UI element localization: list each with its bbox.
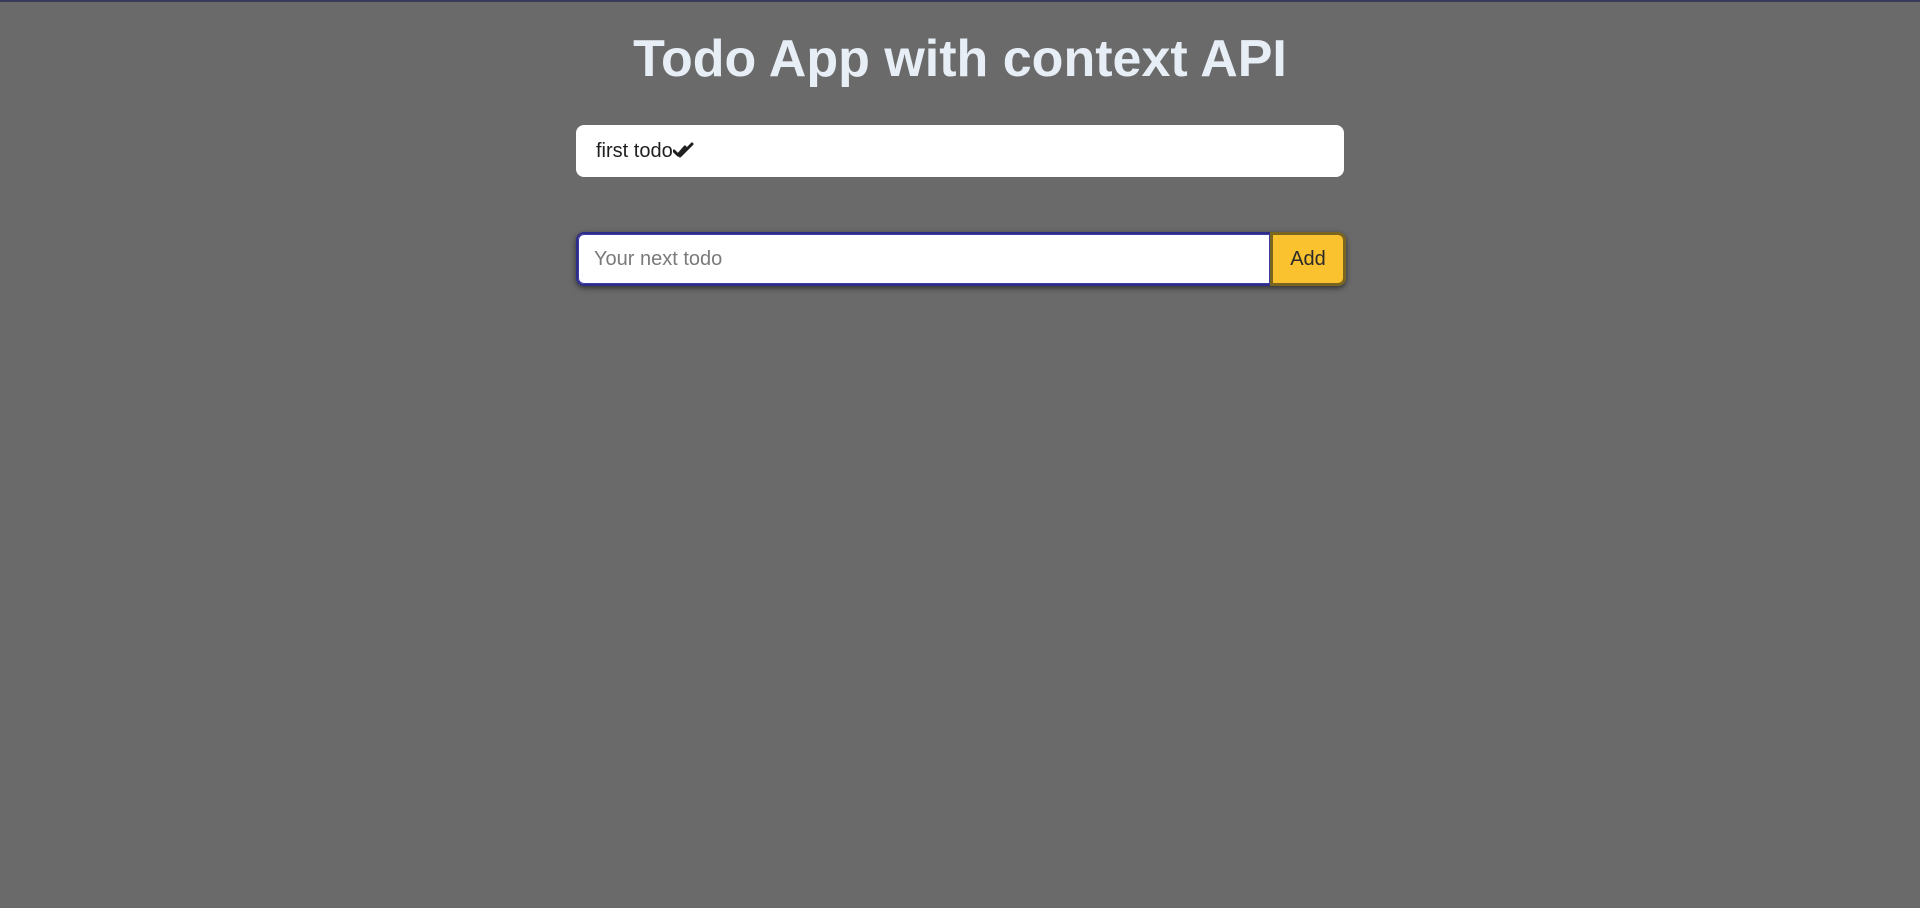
page-title: Todo App with context API (633, 30, 1287, 88)
add-button[interactable]: Add (1270, 232, 1346, 286)
todo-item[interactable]: first todo (576, 125, 1344, 177)
double-check-icon (672, 140, 695, 162)
todo-input[interactable] (576, 232, 1270, 286)
add-todo-form: Add (576, 232, 1346, 286)
todo-text: first todo (596, 139, 673, 162)
top-border (0, 0, 1920, 2)
